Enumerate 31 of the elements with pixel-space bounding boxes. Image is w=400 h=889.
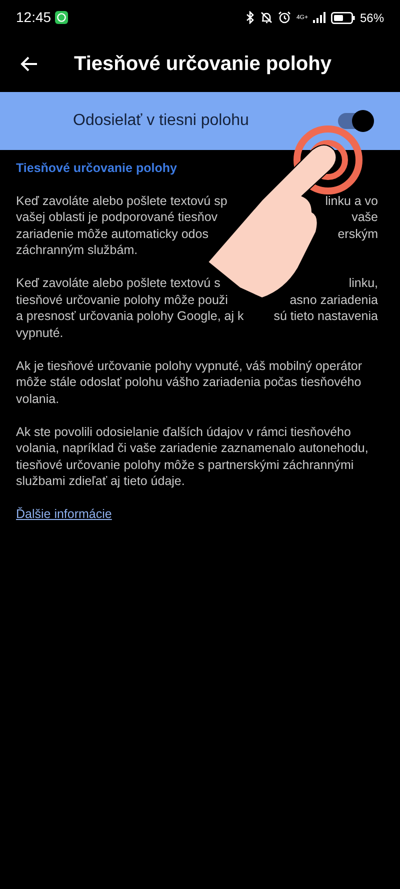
section-heading: Tiesňové určovanie polohy — [16, 160, 178, 176]
text-fragment: a presnosť určovania polohy Google, aj k — [16, 308, 244, 324]
more-info-link[interactable]: Ďalšie informácie — [16, 507, 112, 521]
text-fragment: linku a vo — [325, 192, 378, 209]
text-fragment: vaše — [352, 209, 378, 226]
text-fragment: linku, — [348, 275, 378, 292]
clock: 12:45 — [16, 8, 52, 27]
text-fragment: zariadenie môže automaticky odos — [16, 226, 208, 242]
text-fragment: záchranným službám. — [16, 242, 138, 258]
chat-app-icon — [55, 11, 68, 24]
text-fragment: asno zariadenia — [290, 292, 378, 308]
paragraph: Ak je tiesňové určovanie polohy vypnuté, váš mobilný operátor môže stále odoslať polohu vášho zariadenia počas tiesňového volania. — [16, 358, 364, 407]
bluetooth-icon — [246, 11, 256, 24]
back-arrow-icon — [20, 56, 38, 72]
text-fragment: erským — [338, 226, 378, 242]
text-fragment: vašej oblasti je podporované tiesňov — [16, 209, 218, 226]
text-fragment: tiesňové určovanie polohy môže použi — [16, 292, 228, 308]
toggle-switch[interactable] — [338, 113, 372, 129]
switch-label: Odosielať v tiesni polohu — [73, 111, 249, 131]
switch-banner[interactable]: Odosielať v tiesni polohu — [0, 92, 400, 150]
text-fragment: vypnuté. — [16, 324, 64, 341]
alarm-icon — [278, 11, 292, 24]
signal-icon — [312, 12, 326, 23]
battery-icon — [330, 12, 355, 24]
page-title: Tiesňové určovanie polohy — [74, 52, 332, 76]
text-fragment: sú tieto nastavenia — [274, 308, 378, 324]
text-fragment: Keď zavoláte alebo pošlete textovú s — [16, 275, 220, 292]
muted-bell-icon — [260, 11, 274, 24]
battery-level: 56% — [360, 10, 384, 26]
text-fragment: Keď zavoláte alebo pošlete textovú sp — [16, 192, 228, 209]
paragraph: Ak ste povolili odosielanie ďalších údajov v rámci tiesňového volania, napríklad či vaše zariadenie zaznamenalo autonehodu, tiesňové určovanie polohy môže s partnerskými záchrannými službami zdieľať aj tieto údaje. — [16, 424, 370, 490]
